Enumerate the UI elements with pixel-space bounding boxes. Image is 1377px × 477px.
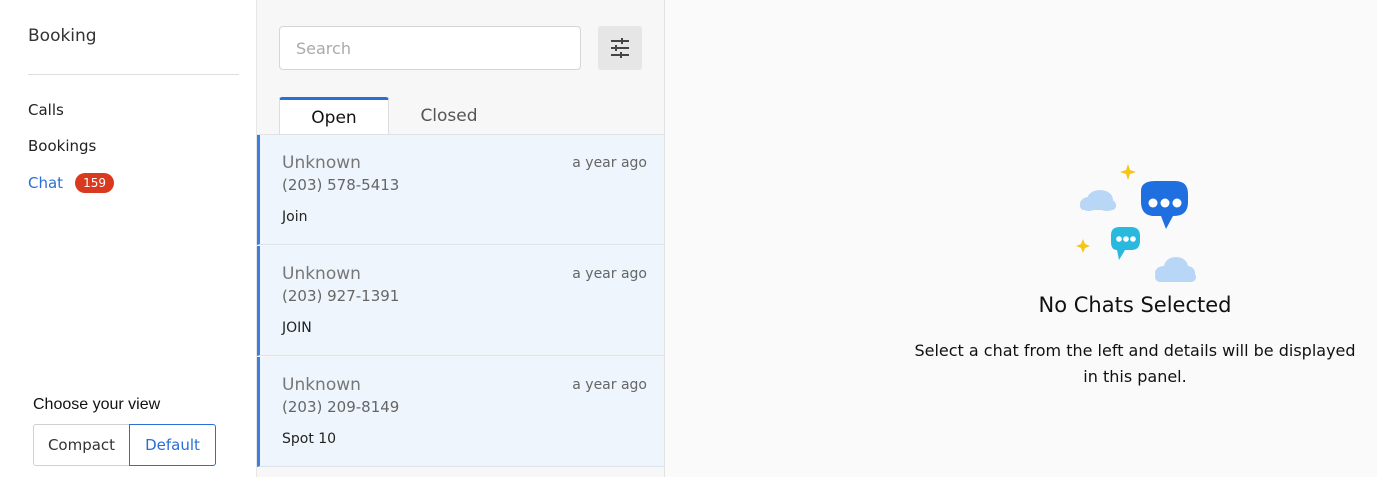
chat-timestamp: a year ago: [572, 266, 647, 282]
contact-name: Unknown: [282, 264, 361, 284]
sidebar-item-chat[interactable]: Chat 159: [28, 173, 114, 193]
chat-list-item[interactable]: Unknown a year ago (203) 927-1391 JOIN: [257, 246, 664, 356]
search-input[interactable]: [279, 26, 581, 70]
chat-bubbles-illustration: [1076, 164, 1196, 282]
tab-closed[interactable]: Closed: [389, 97, 509, 135]
tab-open[interactable]: Open: [279, 97, 389, 135]
contact-name: Unknown: [282, 375, 361, 395]
sidebar: Booking Calls Bookings Chat 159 Choose y…: [0, 0, 257, 477]
sidebar-item-label: Calls: [28, 101, 64, 119]
chat-timestamp: a year ago: [572, 377, 647, 393]
sidebar-item-calls[interactable]: Calls: [28, 101, 64, 119]
contact-phone: (203) 927-1391: [282, 287, 400, 305]
chat-timestamp: a year ago: [572, 155, 647, 171]
contact-phone: (203) 578-5413: [282, 176, 400, 194]
contact-name: Unknown: [282, 153, 361, 173]
sidebar-item-bookings[interactable]: Bookings: [28, 137, 96, 155]
chat-status-tabs: Open Closed: [279, 97, 509, 135]
unread-count-badge: 159: [75, 173, 114, 193]
view-selector-label: Choose your view: [33, 396, 161, 413]
empty-state-title: No Chats Selected: [1038, 293, 1232, 317]
sidebar-divider: [28, 74, 239, 75]
chat-list-item[interactable]: Unknown a year ago (203) 578-5413 Join: [257, 135, 664, 245]
sliders-icon: [611, 38, 629, 58]
last-message: Join: [282, 209, 308, 225]
sidebar-title: Booking: [28, 26, 97, 46]
compact-view-button[interactable]: Compact: [33, 424, 130, 466]
contact-phone: (203) 209-8149: [282, 398, 400, 416]
empty-state-message: Select a chat from the left and details …: [914, 341, 1356, 386]
chat-list-item[interactable]: Unknown a year ago (203) 209-8149 Spot 1…: [257, 357, 664, 467]
last-message: JOIN: [282, 320, 312, 336]
sidebar-item-label: Bookings: [28, 137, 97, 155]
sidebar-item-label: Chat: [28, 174, 64, 192]
chat-detail-panel: No Chats Selected Select a chat from the…: [665, 0, 1377, 477]
view-toggle: Compact Default: [33, 424, 216, 466]
default-view-button[interactable]: Default: [129, 424, 216, 466]
last-message: Spot 10: [282, 431, 337, 447]
chat-list-panel: Open Closed Unknown a year ago (203) 578…: [257, 0, 665, 477]
filter-button[interactable]: [598, 26, 642, 70]
